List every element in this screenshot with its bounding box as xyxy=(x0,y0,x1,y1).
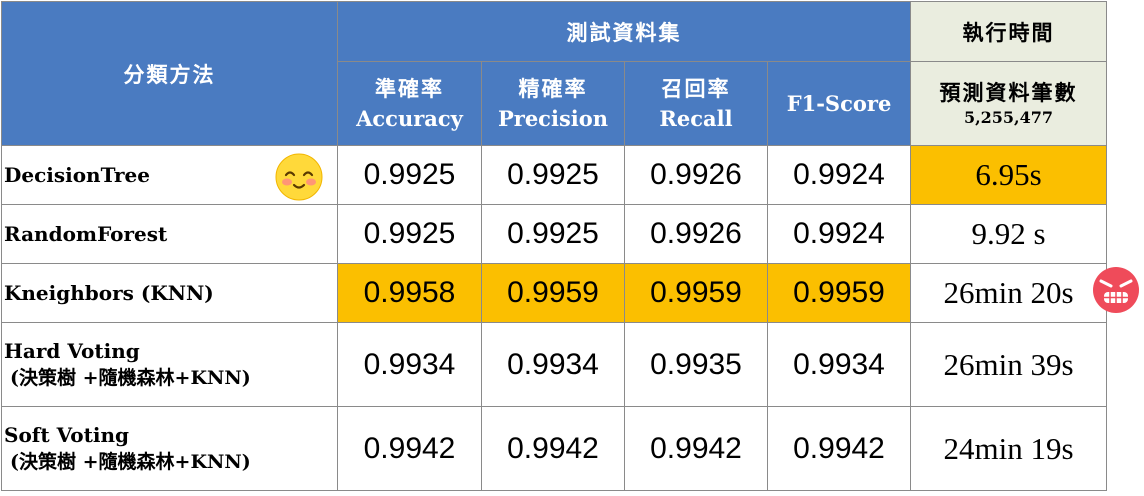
precision-header: 精確率 Precision xyxy=(481,61,625,146)
exec-time-header: 執行時間 xyxy=(910,1,1107,62)
method-header: 分類方法 xyxy=(1,1,338,146)
method-subtitle: (決策樹 +隨機森林+KNN) xyxy=(10,451,251,473)
precision-cell: 0.9925 xyxy=(481,145,625,205)
accuracy-cell: 0.9958 xyxy=(337,263,482,323)
precision-cell: 0.9959 xyxy=(481,263,625,323)
smiling-face-icon xyxy=(275,153,323,201)
f1-score-cell: 0.9959 xyxy=(767,263,911,323)
recall-header: 召回率 Recall xyxy=(624,61,768,146)
time-cell: 9.92 s xyxy=(910,204,1107,264)
method-name-cell: Soft Voting (決策樹 +隨機森林+KNN) xyxy=(1,406,338,491)
header-row-1: 分類方法 測試資料集 執行時間 xyxy=(1,1,1107,146)
prediction-count-header: 預測資料筆數 5,255,477 xyxy=(910,61,1107,146)
test-set-header: 測試資料集 xyxy=(337,1,911,62)
method-name: DecisionTree xyxy=(4,163,150,187)
recall-cell: 0.9926 xyxy=(624,145,768,205)
time-cell: 26min 39s xyxy=(910,322,1107,407)
method-subtitle: (決策樹 +隨機森林+KNN) xyxy=(10,367,251,389)
table-row: DecisionTree 0.9925 0.9925 0.9926 0.9924… xyxy=(1,145,1107,205)
recall-cell: 0.9959 xyxy=(624,263,768,323)
f1-score-cell: 0.9924 xyxy=(767,204,911,264)
method-name: Soft Voting xyxy=(4,423,129,447)
results-table: 分類方法 測試資料集 執行時間 準確率 Accuracy 精確率 Precisi… xyxy=(1,1,1107,491)
recall-cell: 0.9926 xyxy=(624,204,768,264)
f1-score-cell: 0.9942 xyxy=(767,406,911,491)
recall-cell: 0.9935 xyxy=(624,322,768,407)
f1-score-header: F1-Score xyxy=(767,61,911,146)
precision-cell: 0.9925 xyxy=(481,204,625,264)
time-cell: 6.95s xyxy=(910,145,1107,205)
time-cell: 26min 20s xyxy=(910,263,1107,323)
angry-face-icon xyxy=(1093,267,1139,313)
method-name-cell: Kneighbors (KNN) xyxy=(1,263,338,323)
accuracy-cell: 0.9942 xyxy=(337,406,482,491)
accuracy-cell: 0.9934 xyxy=(337,322,482,407)
time-cell: 24min 19s xyxy=(910,406,1107,491)
table-row: Hard Voting (決策樹 +隨機森林+KNN) 0.9934 0.993… xyxy=(1,322,1107,407)
accuracy-cell: 0.9925 xyxy=(337,204,482,264)
f1-score-cell: 0.9934 xyxy=(767,322,911,407)
method-name: Kneighbors (KNN) xyxy=(4,281,214,305)
method-name-cell: Hard Voting (決策樹 +隨機森林+KNN) xyxy=(1,322,338,407)
method-name-cell: RandomForest xyxy=(1,204,338,264)
precision-cell: 0.9934 xyxy=(481,322,625,407)
accuracy-header: 準確率 Accuracy xyxy=(337,61,482,146)
method-name: RandomForest xyxy=(4,222,168,246)
method-name: Hard Voting xyxy=(4,339,140,363)
table-row: Kneighbors (KNN) 0.9958 0.9959 0.9959 0.… xyxy=(1,263,1107,323)
method-name-cell: DecisionTree xyxy=(1,145,338,205)
accuracy-cell: 0.9925 xyxy=(337,145,482,205)
table-row: Soft Voting (決策樹 +隨機森林+KNN) 0.9942 0.994… xyxy=(1,406,1107,491)
precision-cell: 0.9942 xyxy=(481,406,625,491)
table-row: RandomForest 0.9925 0.9925 0.9926 0.9924… xyxy=(1,204,1107,264)
f1-score-cell: 0.9924 xyxy=(767,145,911,205)
recall-cell: 0.9942 xyxy=(624,406,768,491)
